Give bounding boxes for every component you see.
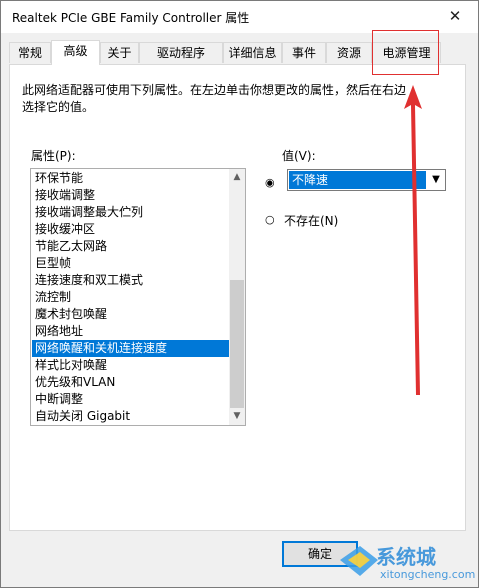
annotation-arrow-icon xyxy=(404,85,422,395)
list-item[interactable]: 巨型帧 xyxy=(32,255,229,272)
tab-about[interactable]: 关于 xyxy=(100,42,139,63)
absent-radio[interactable]: ○ xyxy=(265,213,275,226)
list-item[interactable]: 样式比对唤醒 xyxy=(32,357,229,374)
value-label: 值(V): xyxy=(282,149,316,163)
close-icon[interactable]: ✕ xyxy=(432,1,478,33)
list-item[interactable]: 环保节能 xyxy=(32,170,229,187)
tab-resources[interactable]: 资源 xyxy=(326,42,372,63)
list-item[interactable]: 连接速度和双工模式 xyxy=(32,272,229,289)
property-listbox[interactable]: 环保节能 接收端调整 接收端调整最大伫列 接收缓冲区 节能乙太网路 巨型帧 连接… xyxy=(30,168,246,426)
list-item[interactable]: 接收端调整 xyxy=(32,187,229,204)
list-item[interactable]: 接收端调整最大伫列 xyxy=(32,204,229,221)
scroll-up-icon[interactable]: ▲ xyxy=(229,169,245,186)
scroll-thumb[interactable] xyxy=(230,280,244,408)
list-item[interactable]: 接收缓冲区 xyxy=(32,221,229,238)
list-item[interactable]: 流控制 xyxy=(32,289,229,306)
tab-events[interactable]: 事件 xyxy=(282,42,326,63)
list-item-selected[interactable]: 网络唤醒和关机连接速度 xyxy=(32,340,229,357)
annotation-highlight-box xyxy=(372,30,439,75)
absent-radio-label[interactable]: 不存在(N) xyxy=(284,212,338,229)
description-text: 此网络适配器可使用下列属性。在左边单击你想更改的属性，然后在右边选择它的值。 xyxy=(22,83,407,114)
watermark-text: 系统城 xyxy=(376,545,436,569)
list-item[interactable]: 自动关闭 Gigabit xyxy=(32,408,229,425)
tab-driver[interactable]: 驱动程序 xyxy=(139,42,223,63)
tab-advanced[interactable]: 高级 xyxy=(51,40,100,65)
list-scrollbar[interactable]: ▲ ▼ xyxy=(229,169,245,425)
value-radio-selected[interactable]: ◉ xyxy=(265,176,275,189)
title-bar: Realtek PCIe GBE Family Controller 属性 ✕ xyxy=(1,1,478,33)
list-item[interactable]: 网络地址 xyxy=(32,323,229,340)
tab-general[interactable]: 常规 xyxy=(9,42,51,63)
property-label: 属性(P): xyxy=(31,149,76,163)
list-item[interactable]: 优先级和VLAN xyxy=(32,374,229,391)
list-item[interactable]: 节能乙太网路 xyxy=(32,238,229,255)
watermark-url: xitongcheng.com xyxy=(380,568,476,581)
list-item[interactable]: 中断调整 xyxy=(32,391,229,408)
window-title: Realtek PCIe GBE Family Controller 属性 xyxy=(12,11,250,25)
tab-details[interactable]: 详细信息 xyxy=(223,42,282,63)
list-item[interactable]: 魔术封包唤醒 xyxy=(32,306,229,323)
scroll-down-icon[interactable]: ▼ xyxy=(229,408,245,425)
